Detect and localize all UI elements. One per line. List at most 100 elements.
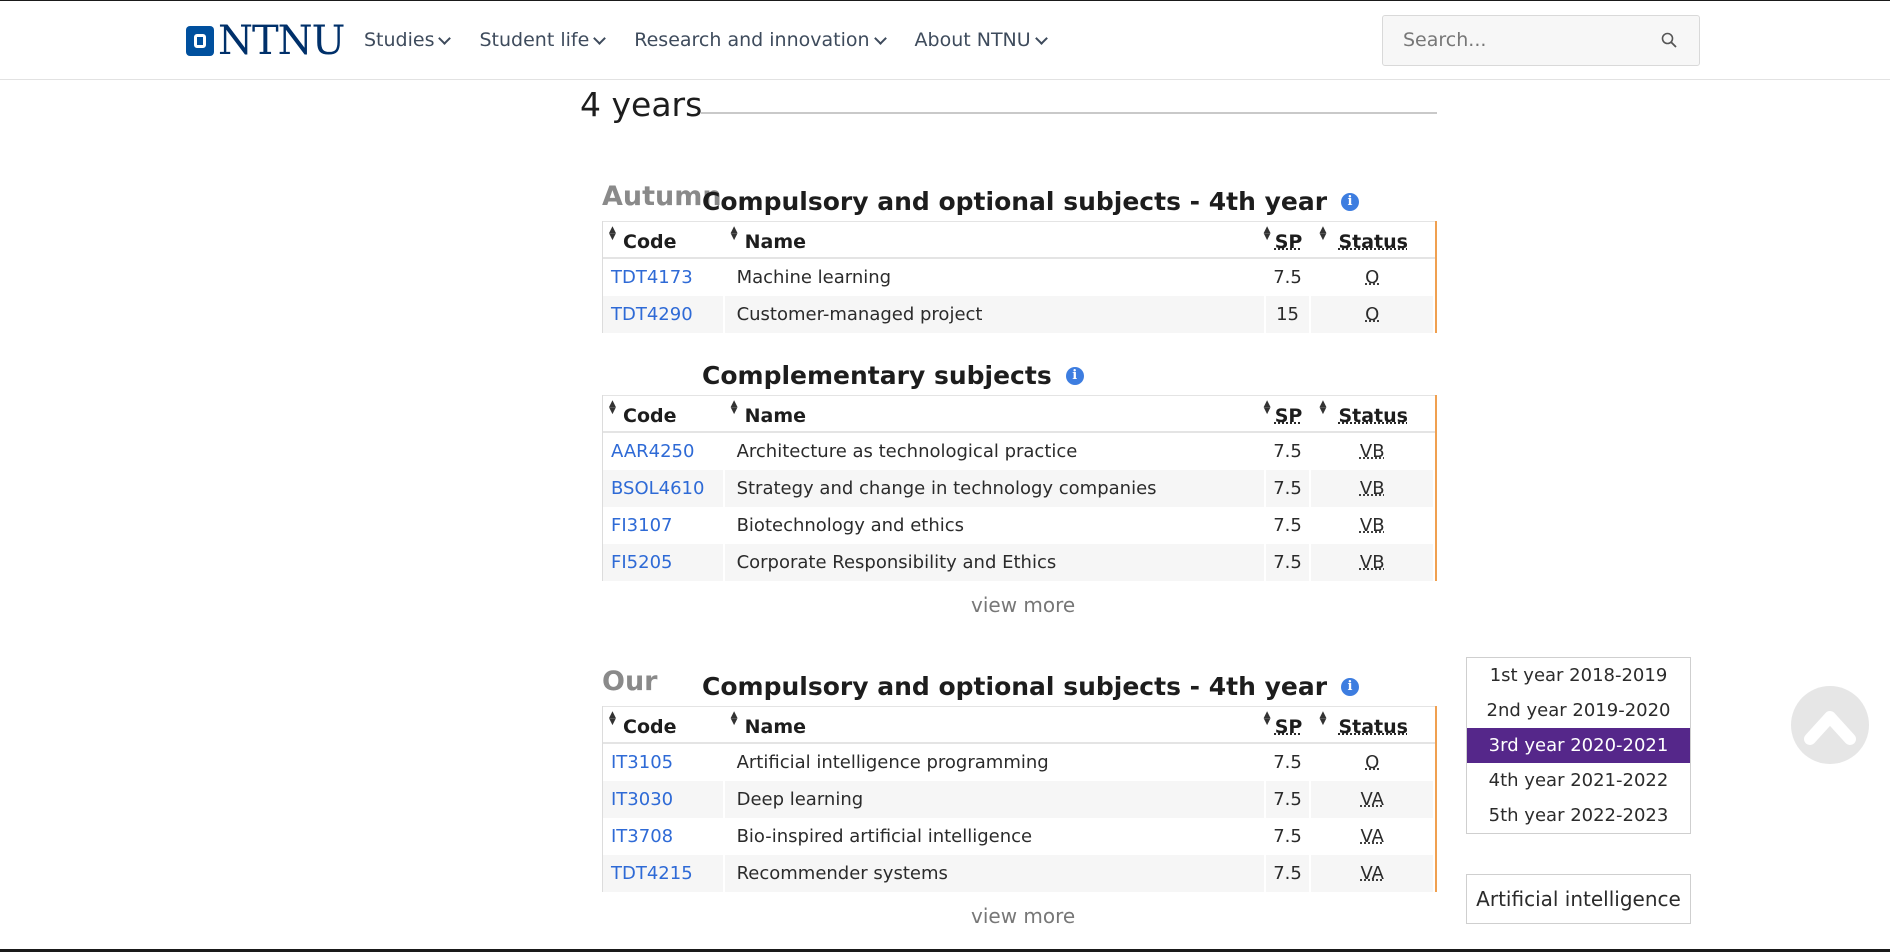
- column-sp[interactable]: ▲ ▼ SP: [1263, 707, 1312, 742]
- course-sp: 7.5: [1266, 433, 1312, 470]
- semester-label: Our: [602, 666, 658, 697]
- sort-icon: ▲ ▼: [1263, 710, 1271, 727]
- course-name: Deep learning: [725, 781, 1266, 818]
- column-status[interactable]: ▲ ▼ Status: [1311, 222, 1435, 257]
- table-header: ▲ ▼ Code ▲ ▼ Name ▲ ▼ SP ▲ ▼ Status: [603, 706, 1435, 744]
- column-label: Code: [623, 716, 677, 738]
- column-name[interactable]: ▲ ▼ Name: [725, 707, 1266, 742]
- course-sp: 7.5: [1266, 544, 1312, 581]
- course-code-link[interactable]: IT3708: [603, 818, 725, 855]
- course-code-link[interactable]: TDT4290: [603, 296, 725, 333]
- column-code[interactable]: ▲ ▼ Code: [603, 222, 725, 257]
- info-icon[interactable]: i: [1341, 677, 1360, 696]
- year-selector: 1st year 2018-2019 2nd year 2019-2020 3r…: [1466, 657, 1691, 834]
- table-title-text: Compulsory and optional subjects - 4th y…: [702, 187, 1328, 216]
- sort-icon: ▲ ▼: [1263, 399, 1271, 416]
- course-code-link[interactable]: AAR4250: [603, 433, 725, 470]
- info-icon[interactable]: i: [1341, 192, 1360, 211]
- column-label: Status: [1338, 405, 1408, 427]
- main-nav: Studies Student life Research and innova…: [364, 29, 1048, 51]
- course-status: VB: [1311, 507, 1435, 544]
- course-name: Customer-managed project: [725, 296, 1266, 333]
- column-sp[interactable]: ▲ ▼ SP: [1263, 396, 1312, 431]
- nav-label: About NTNU: [914, 29, 1031, 51]
- course-status: VA: [1311, 781, 1435, 818]
- table-row: FI5205 Corporate Responsibility and Ethi…: [603, 544, 1435, 581]
- years-heading: 4 years: [580, 85, 703, 124]
- course-sp: 7.5: [1266, 507, 1312, 544]
- course-sp: 7.5: [1266, 470, 1312, 507]
- search-icon[interactable]: [1661, 32, 1677, 48]
- chevron-down-icon: [593, 31, 607, 45]
- column-code[interactable]: ▲ ▼ Code: [603, 707, 725, 742]
- search-input[interactable]: [1403, 29, 1643, 51]
- course-table: ▲ ▼ Code ▲ ▼ Name ▲ ▼ SP ▲ ▼ Status IT3105 Artif…: [602, 706, 1437, 892]
- course-name: Artificial intelligence programming: [725, 744, 1266, 781]
- course-code-link[interactable]: FI3107: [603, 507, 725, 544]
- course-name: Machine learning: [725, 259, 1266, 296]
- sort-icon: ▲ ▼: [609, 225, 616, 242]
- column-code[interactable]: ▲ ▼ Code: [603, 396, 725, 431]
- table-row: TDT4215 Recommender systems 7.5 VA: [603, 855, 1435, 892]
- column-label: Name: [744, 405, 807, 427]
- ntnu-logo[interactable]: NTNU: [186, 21, 345, 61]
- year-item-3-active[interactable]: 3rd year 2020-2021: [1467, 728, 1690, 763]
- nav-about-ntnu[interactable]: About NTNU: [914, 29, 1048, 51]
- column-label: Status: [1338, 716, 1408, 738]
- sort-icon: ▲ ▼: [1263, 225, 1271, 242]
- year-item-4[interactable]: 4th year 2021-2022: [1467, 763, 1690, 798]
- course-name: Recommender systems: [725, 855, 1266, 892]
- course-code-link[interactable]: TDT4173: [603, 259, 725, 296]
- column-label: Code: [623, 405, 677, 427]
- table-row: IT3105 Artificial intelligence programmi…: [603, 744, 1435, 781]
- nav-label: Student life: [479, 29, 590, 51]
- year-item-2[interactable]: 2nd year 2019-2020: [1467, 693, 1690, 728]
- course-status: VB: [1311, 433, 1435, 470]
- course-code-link[interactable]: IT3105: [603, 744, 725, 781]
- sort-icon: ▲ ▼: [730, 399, 738, 416]
- course-sp: 15: [1266, 296, 1312, 333]
- year-item-1[interactable]: 1st year 2018-2019: [1467, 658, 1690, 693]
- column-label: SP: [1274, 716, 1303, 738]
- table-header: ▲ ▼ Code ▲ ▼ Name ▲ ▼ SP ▲ ▼ Status: [603, 221, 1435, 259]
- year-item-5[interactable]: 5th year 2022-2023: [1467, 798, 1690, 833]
- specialization-button[interactable]: Artificial intelligence: [1466, 874, 1691, 924]
- sort-icon: ▲ ▼: [1319, 225, 1327, 242]
- column-status[interactable]: ▲ ▼ Status: [1311, 707, 1435, 742]
- table-row: TDT4290 Customer-managed project 15 O: [603, 296, 1435, 333]
- course-status: O: [1311, 296, 1435, 333]
- nav-research-innovation[interactable]: Research and innovation: [634, 29, 887, 51]
- table-title-text: Complementary subjects: [702, 361, 1052, 390]
- sort-icon: ▲ ▼: [730, 225, 738, 242]
- course-sp: 7.5: [1266, 259, 1312, 296]
- table-row: BSOL4610 Strategy and change in technolo…: [603, 470, 1435, 507]
- view-more-link[interactable]: view more: [971, 593, 1075, 617]
- chevron-down-icon: [873, 31, 887, 45]
- table-row: IT3030 Deep learning 7.5 VA: [603, 781, 1435, 818]
- view-more-link[interactable]: view more: [971, 904, 1075, 928]
- course-table: ▲ ▼ Code ▲ ▼ Name ▲ ▼ SP ▲ ▼ Status AAR4250 Arch…: [602, 395, 1437, 581]
- course-status: VB: [1311, 544, 1435, 581]
- course-status: O: [1311, 259, 1435, 296]
- info-icon[interactable]: i: [1065, 366, 1084, 385]
- course-name: Bio-inspired artificial intelligence: [725, 818, 1266, 855]
- sort-icon: ▲ ▼: [609, 399, 616, 416]
- column-status[interactable]: ▲ ▼ Status: [1311, 396, 1435, 431]
- column-label: Code: [623, 231, 677, 253]
- course-code-link[interactable]: IT3030: [603, 781, 725, 818]
- course-name: Architecture as technological practice: [725, 433, 1266, 470]
- column-name[interactable]: ▲ ▼ Name: [725, 396, 1266, 431]
- course-status: VA: [1311, 818, 1435, 855]
- course-table: ▲ ▼ Code ▲ ▼ Name ▲ ▼ SP ▲ ▼ Status TDT4173 Mach…: [602, 221, 1437, 333]
- course-status: VB: [1311, 470, 1435, 507]
- nav-student-life[interactable]: Student life: [479, 29, 607, 51]
- nav-studies[interactable]: Studies: [364, 29, 452, 51]
- course-code-link[interactable]: FI5205: [603, 544, 725, 581]
- course-code-link[interactable]: TDT4215: [603, 855, 725, 892]
- course-code-link[interactable]: BSOL4610: [603, 470, 725, 507]
- nav-label: Research and innovation: [634, 29, 870, 51]
- course-status: O: [1311, 744, 1435, 781]
- column-sp[interactable]: ▲ ▼ SP: [1263, 222, 1312, 257]
- scroll-top-button[interactable]: [1791, 686, 1869, 764]
- column-name[interactable]: ▲ ▼ Name: [725, 222, 1266, 257]
